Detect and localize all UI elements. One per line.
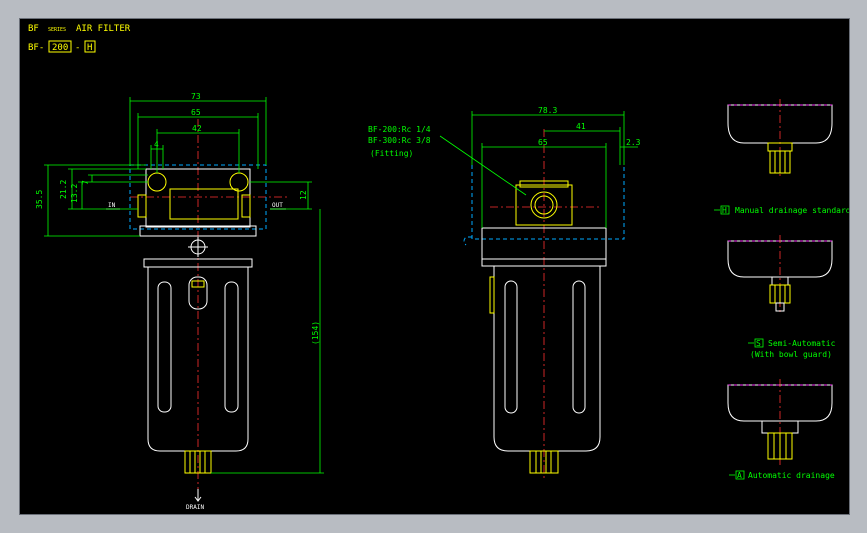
dim-41: 41	[576, 122, 586, 131]
drain-s-label-2: (With bowl guard)	[750, 350, 832, 359]
drain-s-label: Semi-Automatic	[768, 339, 836, 348]
drain-h-code: H	[722, 206, 727, 215]
drain-option-a: A Automatic drainage	[727, 379, 835, 480]
dim-65: 65	[191, 108, 201, 117]
cad-viewport-frame: .w { stroke:#ffffff; fill:none; stroke-w…	[0, 0, 867, 533]
dim-154: (154)	[311, 321, 320, 345]
front-port-in	[147, 172, 167, 192]
dim-4: 4	[154, 140, 159, 149]
front-label-in: IN	[108, 202, 116, 209]
side-bowl	[493, 265, 601, 452]
drain-option-s: S Semi-Automatic (With bowl guard)	[727, 235, 836, 359]
model-sep: -	[75, 43, 80, 53]
front-drain-label: DRAIN	[186, 504, 204, 511]
model-size: 200	[52, 43, 68, 53]
title-name: AIR FILTER	[76, 24, 131, 34]
dim-7: 7	[81, 180, 90, 185]
drain-option-h: H Manual drainage standard	[714, 99, 850, 215]
side-bowl-window-right	[572, 280, 586, 414]
dim-13-2: 13.2	[70, 184, 79, 203]
front-port-out	[229, 172, 249, 192]
front-slot-left	[137, 194, 147, 218]
dim-side-65: 65	[538, 138, 548, 147]
front-bowl-window-left	[157, 281, 172, 413]
drawing-sheet: .w { stroke:#ffffff; fill:none; stroke-w…	[28, 24, 850, 511]
title-block: BF SERIES AIR FILTER BF- 200 - H	[28, 24, 131, 53]
dim-35-5: 35.5	[35, 190, 44, 209]
cad-drawing-canvas[interactable]: .w { stroke:#ffffff; fill:none; stroke-w…	[19, 18, 850, 515]
title-series: SERIES	[48, 27, 66, 33]
front-slot-right	[241, 194, 251, 218]
side-bowl-window-left	[504, 280, 518, 414]
drain-a-code: A	[737, 471, 742, 480]
dim-73: 73	[191, 92, 201, 101]
fitting-note-1: BF-200:Rc 1/4	[368, 125, 431, 134]
dim-78-3: 78.3	[538, 106, 557, 115]
dim-2-3: 2.3	[626, 138, 641, 147]
dim-42: 42	[192, 124, 202, 133]
front-bowl-window-right	[224, 281, 239, 413]
dim-12: 12	[299, 190, 308, 200]
front-port-block	[169, 188, 239, 220]
side-view: 78.3 41 65 2.3 BF-200:Rc 1/4 BF-300:Rc 3…	[368, 106, 641, 479]
title-bf: BF	[28, 24, 39, 34]
drain-s-code: S	[756, 339, 761, 348]
model-drain: H	[87, 43, 92, 53]
model-prefix: BF-	[28, 43, 44, 53]
fitting-leader	[439, 135, 527, 196]
front-label-out: OUT	[272, 202, 283, 209]
drain-h-label: Manual drainage standard	[735, 206, 850, 215]
drain-a-label: Automatic drainage	[748, 471, 835, 480]
dim-21-2: 21.2	[59, 180, 68, 199]
fitting-note-2: BF-300:Rc 3/8	[368, 136, 431, 145]
fitting-note-3: (Fitting)	[370, 149, 413, 158]
front-view: DRAIN IN OUT 73 65 42 4 35.5 21.2 13.2 7…	[35, 92, 324, 511]
